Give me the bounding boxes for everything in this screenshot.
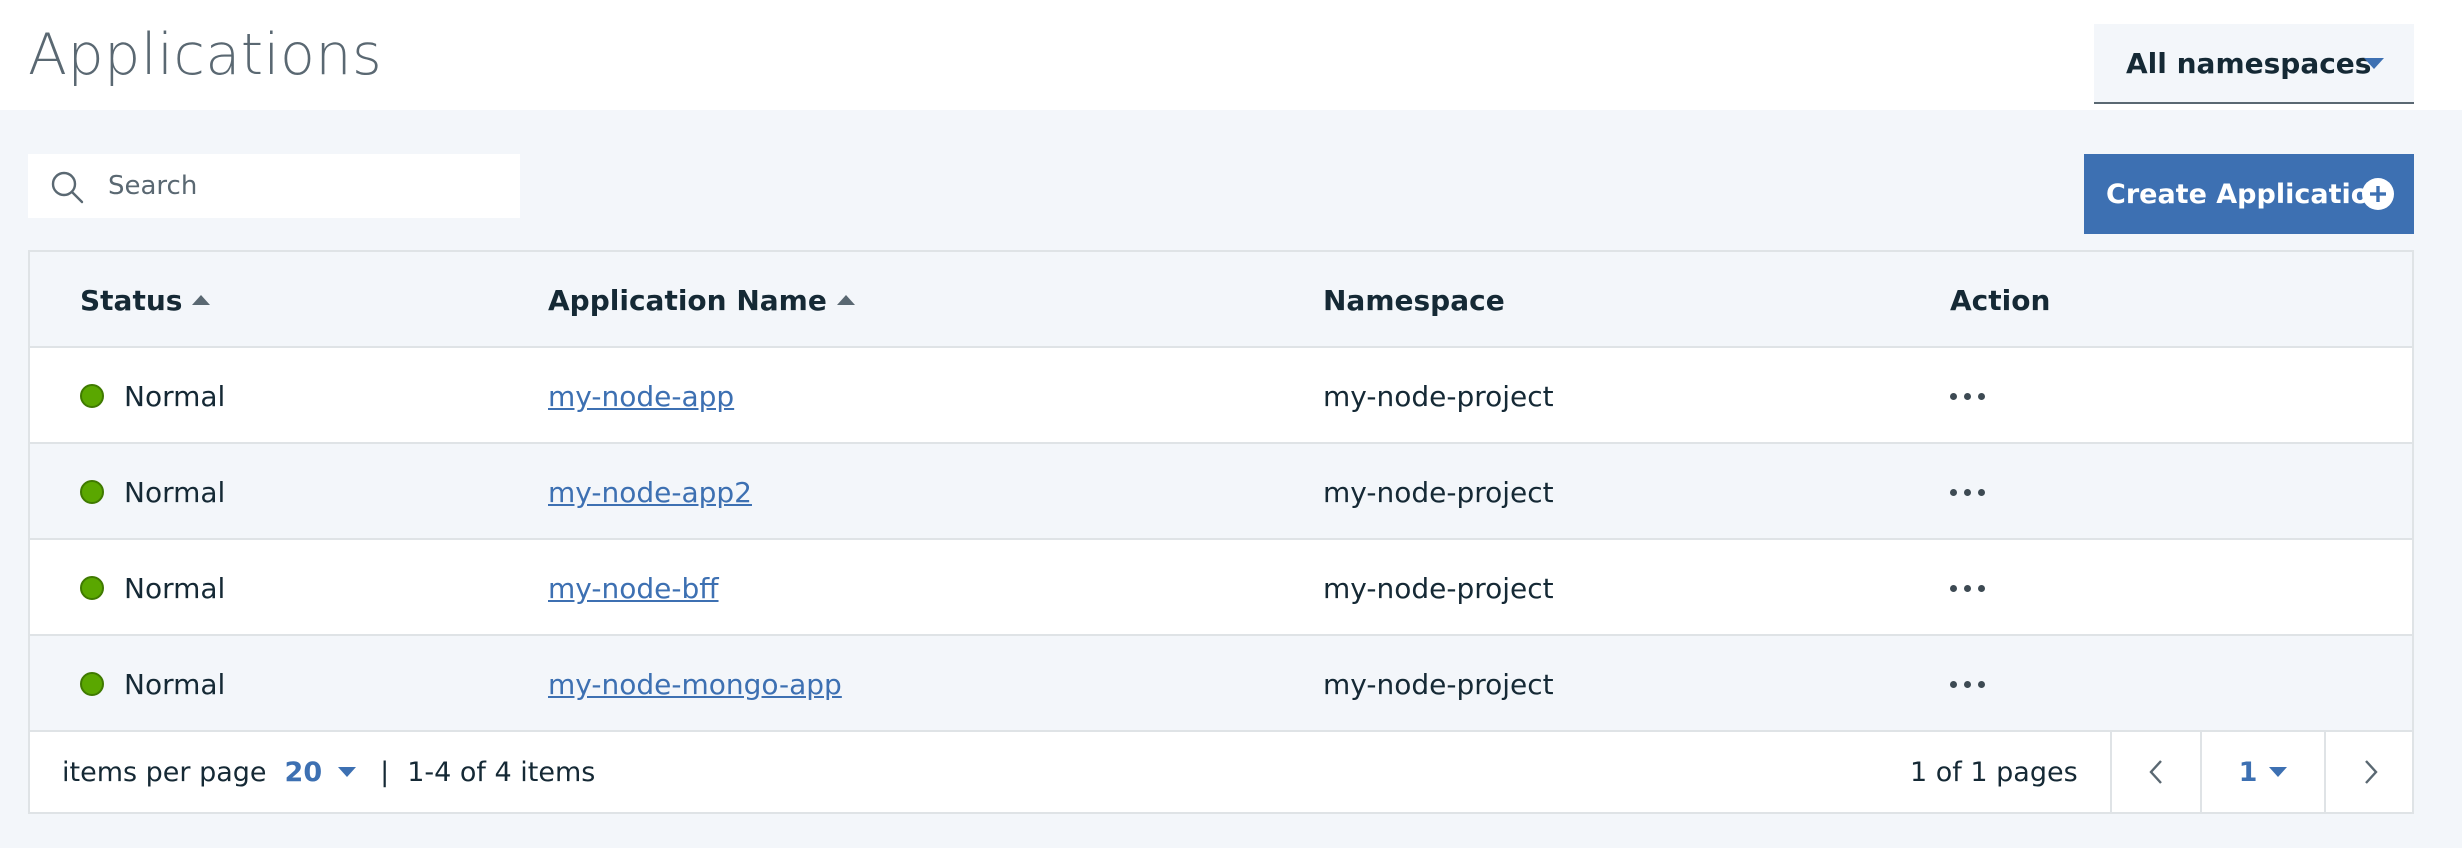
column-header-application-name[interactable]: Application Name <box>548 252 855 348</box>
items-per-page-select[interactable]: 20 <box>285 757 323 788</box>
previous-page-button[interactable] <box>2110 732 2200 812</box>
application-link[interactable]: my-node-app2 <box>548 476 752 509</box>
items-per-page-label: items per page <box>62 756 267 788</box>
column-header-status-label: Status <box>80 283 183 317</box>
pagination-bar: items per page 20 | 1-4 of 4 items 1 of … <box>30 732 2412 812</box>
next-page-button[interactable] <box>2324 732 2416 812</box>
page-header: Applications All namespaces <box>0 0 2462 110</box>
overflow-menu-icon[interactable] <box>1950 671 1985 698</box>
add-circle-icon <box>2362 178 2394 210</box>
search-box[interactable] <box>28 154 520 218</box>
status-normal-icon <box>80 384 104 408</box>
pagination-left: items per page 20 | 1-4 of 4 items <box>62 732 595 812</box>
application-link[interactable]: my-node-mongo-app <box>548 668 842 701</box>
status-normal-icon <box>80 480 104 504</box>
table-row: Normal my-node-app2 my-node-project <box>30 444 2412 540</box>
application-link[interactable]: my-node-app <box>548 380 734 413</box>
column-header-action: Action <box>1950 283 2051 317</box>
column-header-name-label: Application Name <box>548 283 827 317</box>
name-cell: my-node-bff <box>548 540 719 636</box>
action-cell <box>1950 540 1985 636</box>
overflow-menu-icon[interactable] <box>1950 383 1985 410</box>
namespace-cell: my-node-project <box>1323 571 1554 605</box>
name-cell: my-node-app <box>548 348 734 444</box>
table-row: Normal my-node-bff my-node-project <box>30 540 2412 636</box>
caret-down-icon <box>2364 58 2384 69</box>
overflow-menu-icon[interactable] <box>1950 479 1985 506</box>
namespace-cell: my-node-project <box>1323 475 1554 509</box>
namespace-cell: my-node-project <box>1323 379 1554 413</box>
namespace-cell: my-node-project <box>1323 667 1554 701</box>
column-header-namespace: Namespace <box>1323 283 1505 317</box>
pages-text: 1 of 1 pages <box>1910 756 2078 788</box>
chevron-left-icon <box>2149 760 2162 784</box>
caret-down-icon <box>2269 767 2288 777</box>
name-cell: my-node-mongo-app <box>548 636 842 732</box>
items-range: 1-4 of 4 items <box>407 756 596 788</box>
namespace-dropdown-label: All namespaces <box>2126 46 2372 80</box>
create-application-button[interactable]: Create Application <box>2084 154 2414 234</box>
page-select[interactable]: 1 <box>2200 732 2324 812</box>
table-header-row: Status Application Name Namespace Action <box>30 252 2412 348</box>
application-link[interactable]: my-node-bff <box>548 572 719 605</box>
current-page: 1 <box>2238 756 2258 788</box>
applications-table: Status Application Name Namespace Action… <box>28 250 2414 814</box>
status-text: Normal <box>124 571 226 605</box>
sort-ascending-icon <box>836 295 855 305</box>
search-input[interactable] <box>108 154 508 218</box>
namespace-dropdown[interactable]: All namespaces <box>2094 24 2414 104</box>
status-normal-icon <box>80 672 104 696</box>
sort-ascending-icon <box>192 295 211 305</box>
action-cell <box>1950 348 1985 444</box>
search-icon <box>51 171 84 204</box>
overflow-menu-icon[interactable] <box>1950 575 1985 602</box>
status-cell: Normal <box>80 540 225 636</box>
name-cell: my-node-app2 <box>548 444 752 540</box>
create-application-label: Create Application <box>2106 178 2389 210</box>
table-row: Normal my-node-app my-node-project <box>30 348 2412 444</box>
pagination-separator: | <box>380 756 390 788</box>
status-text: Normal <box>124 475 226 509</box>
status-cell: Normal <box>80 444 225 540</box>
action-cell <box>1950 636 1985 732</box>
table-row: Normal my-node-mongo-app my-node-project <box>30 636 2412 732</box>
status-text: Normal <box>124 667 226 701</box>
page-title: Applications <box>28 22 383 88</box>
status-cell: Normal <box>80 348 225 444</box>
column-header-status[interactable]: Status <box>80 252 211 348</box>
status-normal-icon <box>80 576 104 600</box>
status-cell: Normal <box>80 636 225 732</box>
chevron-right-icon <box>2365 760 2378 784</box>
action-cell <box>1950 444 1985 540</box>
caret-down-icon[interactable] <box>338 767 357 777</box>
status-text: Normal <box>124 379 226 413</box>
